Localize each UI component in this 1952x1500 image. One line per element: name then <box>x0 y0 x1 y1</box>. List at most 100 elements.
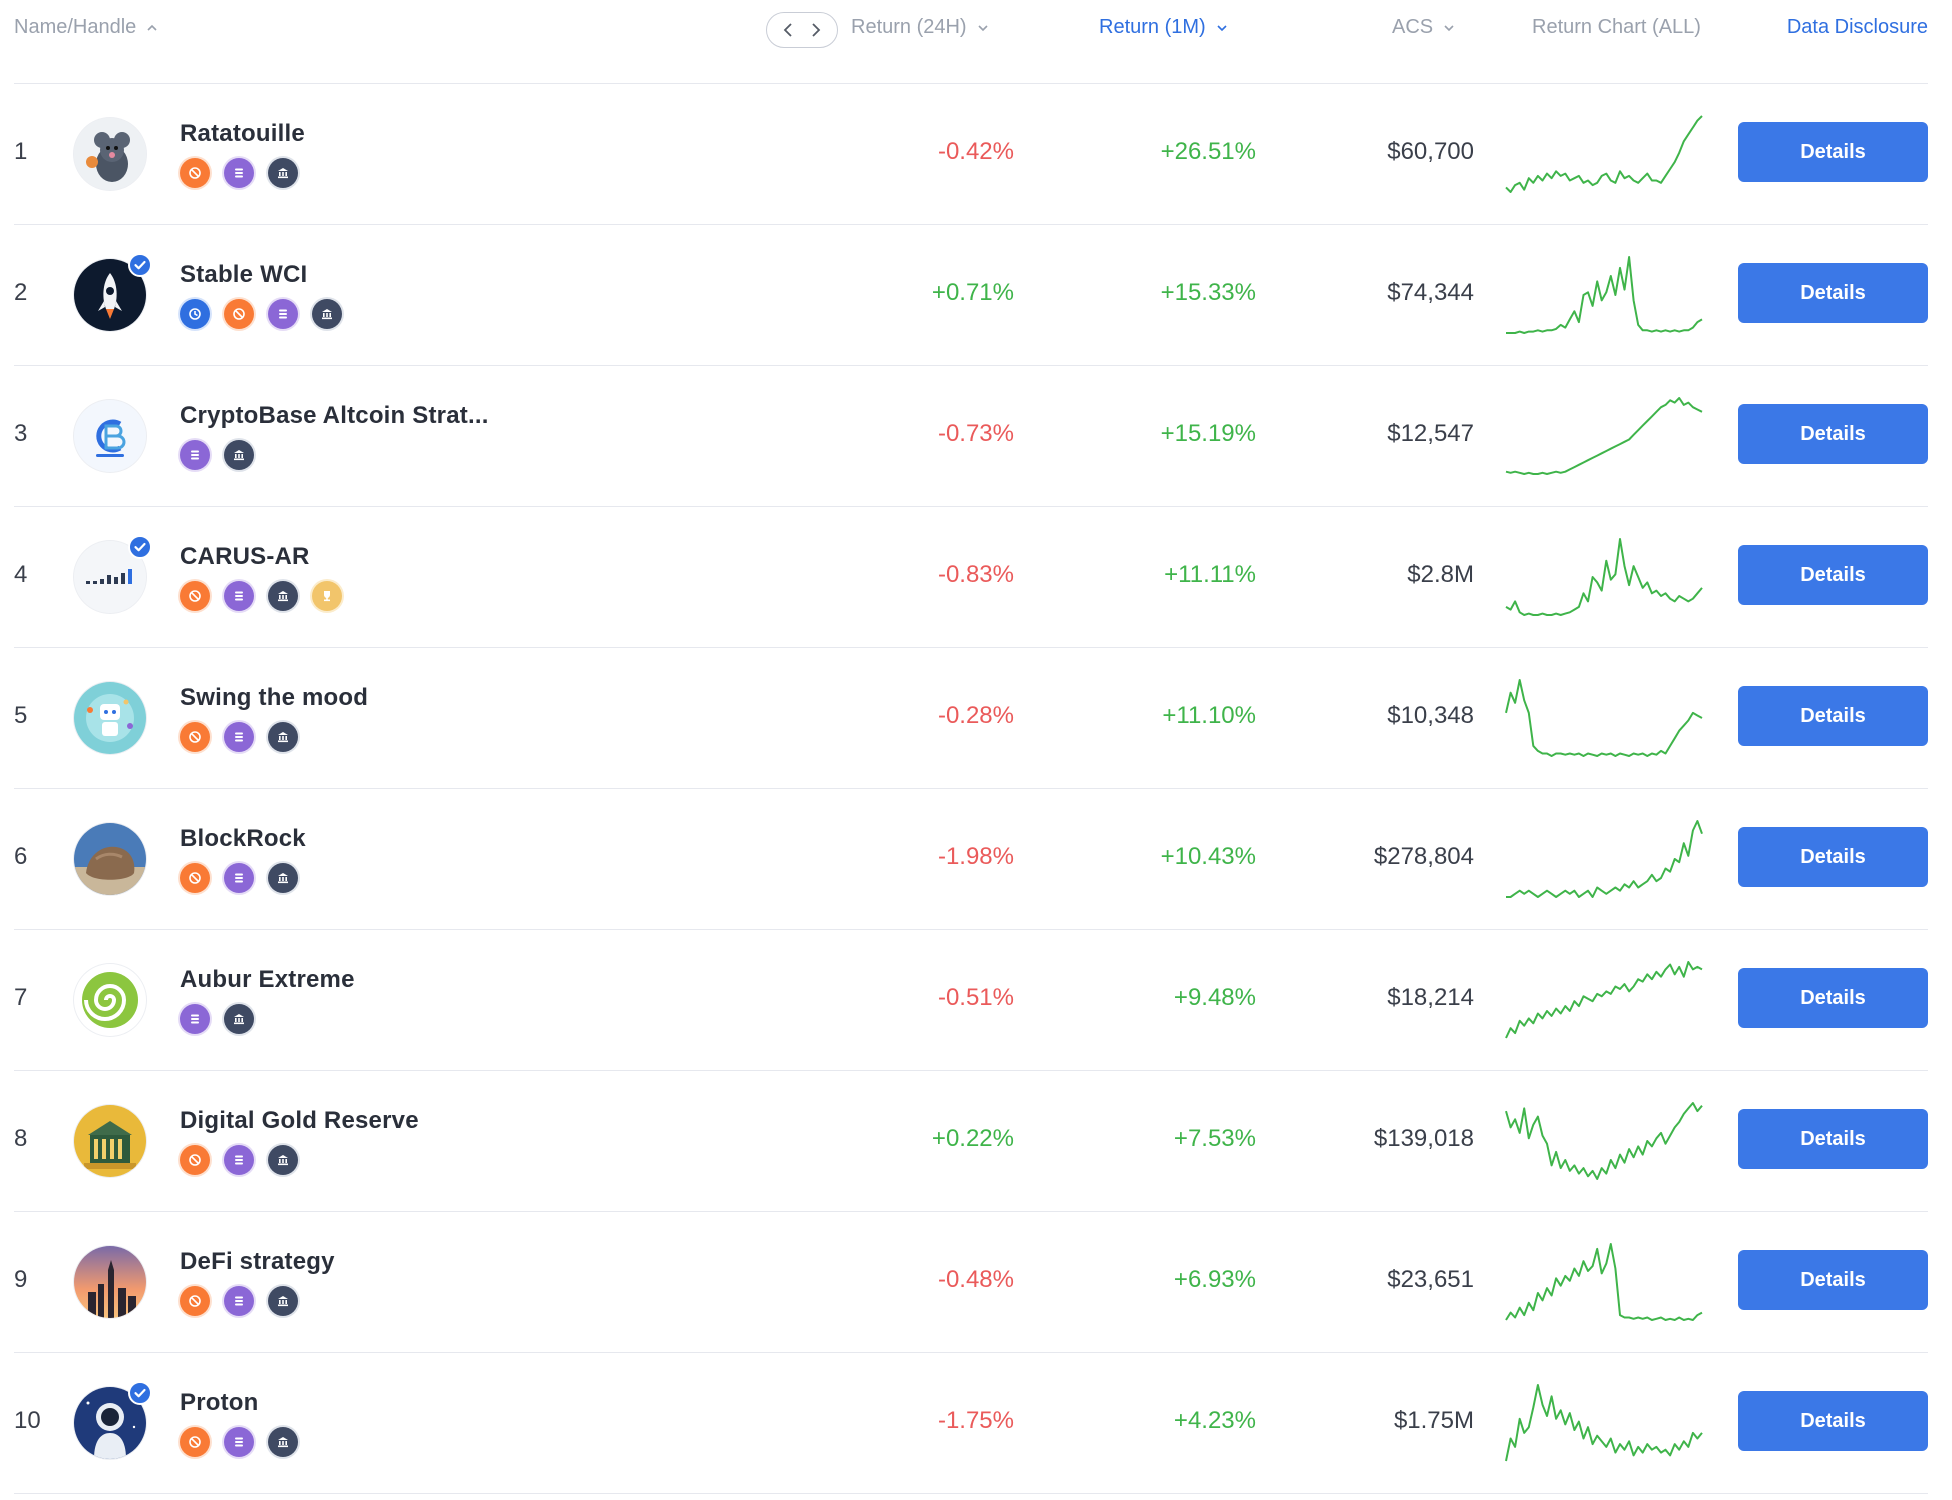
details-button[interactable]: Details <box>1738 545 1928 605</box>
portfolio-name[interactable]: Stable WCI <box>180 261 307 289</box>
bank-badge-icon[interactable] <box>312 299 342 329</box>
return-sparkline <box>1505 1099 1703 1183</box>
rank-number: 9 <box>14 1266 28 1293</box>
portfolio-name[interactable]: CARUS-AR <box>180 543 310 571</box>
sort-return-24h[interactable]: Return (24H) <box>851 16 989 39</box>
sort-acs[interactable]: ACS <box>1392 16 1455 39</box>
sort-name-handle[interactable]: Name/Handle <box>14 16 158 39</box>
bank-badge-icon[interactable] <box>268 581 298 611</box>
details-button[interactable]: Details <box>1738 1250 1928 1310</box>
bank-badge-icon[interactable] <box>224 440 254 470</box>
stack-badge-icon[interactable] <box>224 1427 254 1457</box>
avatar[interactable] <box>74 118 146 190</box>
avatar[interactable] <box>74 682 146 754</box>
bank-badge-icon[interactable] <box>268 722 298 752</box>
fire-badge-icon[interactable] <box>180 863 210 893</box>
table-row: 1 Ratatouille -0.42% +26.51% $60,700 Det… <box>14 84 1928 225</box>
fire-badge-icon[interactable] <box>180 1286 210 1316</box>
data-disclosure-link[interactable]: Data Disclosure <box>1787 16 1928 39</box>
stack-badge-icon[interactable] <box>224 722 254 752</box>
table-row: 7 Aubur Extreme -0.51% +9.48% $18,214 De… <box>14 930 1928 1071</box>
leaderboard-table: Name/Handle Return (24H) Return (1M) ACS… <box>14 0 1928 1494</box>
fire-badge-icon[interactable] <box>224 299 254 329</box>
details-button[interactable]: Details <box>1738 122 1928 182</box>
return-24h-label: Return (24H) <box>851 16 967 38</box>
rank-number: 4 <box>14 561 28 588</box>
portfolio-name[interactable]: Swing the mood <box>180 684 368 712</box>
stack-badge-icon[interactable] <box>224 1286 254 1316</box>
avatar[interactable] <box>74 964 146 1036</box>
sparkline-series <box>1505 115 1703 193</box>
details-button[interactable]: Details <box>1738 263 1928 323</box>
table-row: 6 BlockRock -1.98% +10.43% $278,804 Deta… <box>14 789 1928 930</box>
details-button[interactable]: Details <box>1738 968 1928 1028</box>
name-handle-label: Name/Handle <box>14 16 137 38</box>
return-1m-value: +15.33% <box>1160 279 1256 306</box>
return-1m-value: +7.53% <box>1173 1125 1256 1152</box>
sparkline-chart <box>1505 115 1703 193</box>
badge-list <box>180 1427 298 1457</box>
return-24h-value: -0.51% <box>937 984 1014 1011</box>
chevron-right-icon[interactable] <box>809 22 823 38</box>
chevron-left-icon[interactable] <box>781 22 795 38</box>
return-24h-value: +0.71% <box>931 279 1014 306</box>
trophy-badge-icon[interactable] <box>312 581 342 611</box>
fire-badge-icon[interactable] <box>180 1427 210 1457</box>
stack-badge-icon[interactable] <box>268 299 298 329</box>
portfolio-name[interactable]: DeFi strategy <box>180 1248 335 1276</box>
bank-badge-icon[interactable] <box>268 1286 298 1316</box>
sparkline-chart <box>1505 1102 1703 1180</box>
stack-badge-icon[interactable] <box>180 440 210 470</box>
rock-avatar-icon <box>74 823 146 895</box>
portfolio-name[interactable]: BlockRock <box>180 825 306 853</box>
acs-value: $2.8M <box>1407 561 1474 588</box>
bank-badge-icon[interactable] <box>268 863 298 893</box>
acs-value: $74,344 <box>1387 279 1474 306</box>
bank-badge-icon[interactable] <box>268 1145 298 1175</box>
fire-badge-icon[interactable] <box>180 581 210 611</box>
avatar[interactable] <box>74 400 146 472</box>
bank-badge-icon[interactable] <box>268 158 298 188</box>
avatar[interactable] <box>74 1105 146 1177</box>
bank-badge-icon[interactable] <box>268 1427 298 1457</box>
badge-list <box>180 1145 298 1175</box>
return-1m-value: +10.43% <box>1160 843 1256 870</box>
stack-badge-icon[interactable] <box>180 1004 210 1034</box>
sparkline-series <box>1505 1102 1703 1180</box>
return-1m-value: +15.19% <box>1160 420 1256 447</box>
fire-badge-icon[interactable] <box>180 1145 210 1175</box>
return-1m-value: +6.93% <box>1173 1266 1256 1293</box>
acs-value: $12,547 <box>1387 420 1474 447</box>
sort-return-1m[interactable]: Return (1M) <box>1099 16 1228 39</box>
details-button[interactable]: Details <box>1738 1391 1928 1451</box>
portfolio-name[interactable]: Proton <box>180 1389 259 1417</box>
badge-list <box>180 299 342 329</box>
details-button[interactable]: Details <box>1738 1109 1928 1169</box>
details-button[interactable]: Details <box>1738 686 1928 746</box>
table-row: 10 Proton -1.75% +4.23% $1.75M Details <box>14 1353 1928 1494</box>
fire-badge-icon[interactable] <box>180 158 210 188</box>
fire-badge-icon[interactable] <box>180 722 210 752</box>
details-button[interactable]: Details <box>1738 827 1928 887</box>
portfolio-name[interactable]: Aubur Extreme <box>180 966 355 994</box>
rat-chef-avatar-icon <box>74 118 146 190</box>
stack-badge-icon[interactable] <box>224 581 254 611</box>
acs-value: $23,651 <box>1387 1266 1474 1293</box>
portfolio-name[interactable]: Digital Gold Reserve <box>180 1107 419 1135</box>
return-sparkline <box>1505 112 1703 196</box>
stack-badge-icon[interactable] <box>224 863 254 893</box>
return-1m-value: +26.51% <box>1160 138 1256 165</box>
sparkline-series <box>1505 538 1703 616</box>
stack-badge-icon[interactable] <box>224 1145 254 1175</box>
sparkline-series <box>1506 256 1703 334</box>
portfolio-name[interactable]: Ratatouille <box>180 120 305 148</box>
details-button[interactable]: Details <box>1738 404 1928 464</box>
bank-badge-icon[interactable] <box>224 1004 254 1034</box>
portfolio-name[interactable]: CryptoBase Altcoin Strat... <box>180 402 489 430</box>
stack-badge-icon[interactable] <box>224 158 254 188</box>
avatar[interactable] <box>74 1246 146 1318</box>
return-24h-value: -0.28% <box>937 702 1014 729</box>
acs-value: $60,700 <box>1387 138 1474 165</box>
avatar[interactable] <box>74 823 146 895</box>
clock-badge-icon[interactable] <box>180 299 210 329</box>
